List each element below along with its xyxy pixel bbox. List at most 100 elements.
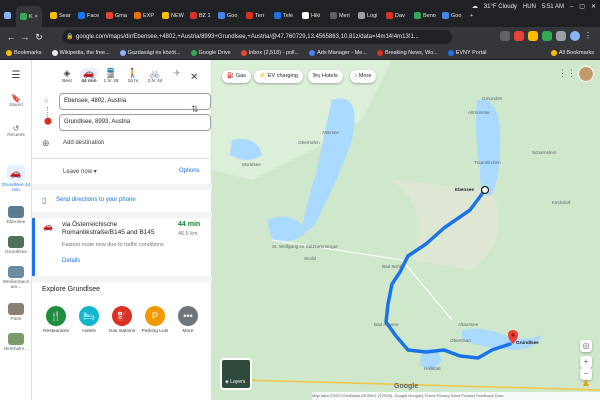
origin-input[interactable]: Ebensee, 4802, Austria: [59, 93, 211, 110]
map-label-ebensee[interactable]: Ebensee: [455, 187, 474, 192]
tab-bz[interactable]: BZ 1: [190, 8, 211, 23]
chip-gas[interactable]: ⛽ Gas: [222, 70, 251, 83]
tab-label: Face: [87, 12, 100, 19]
car-icon: 🚗: [43, 222, 53, 231]
close-icon[interactable]: ✕: [591, 3, 596, 10]
rail-label: Weißenbach am...: [2, 280, 30, 290]
map-label-grundlsee[interactable]: Grundlsee: [516, 340, 539, 345]
route-option[interactable]: 🚗 via Österreichische Romantikstraße/B14…: [32, 218, 212, 276]
mode-flight[interactable]: ✈: [168, 68, 186, 79]
rail-grundlsee[interactable]: Grundlsee: [0, 236, 32, 255]
explore-restaurants[interactable]: 🍴 Restaurants: [41, 306, 71, 334]
bookmark-item[interactable]: Breaking News, Wo...: [376, 50, 438, 56]
mode-best[interactable]: ◈ Best: [58, 68, 76, 84]
minimize-icon[interactable]: –: [570, 4, 573, 10]
plane-icon: ✈: [173, 68, 181, 78]
bookmark-item[interactable]: Google Drive: [190, 50, 231, 56]
mode-cycling[interactable]: 🚲 2 hr 44: [146, 68, 164, 84]
tab-beno[interactable]: Beno: [414, 8, 436, 23]
mode-label: 16 hr: [127, 79, 139, 84]
bookmark-item[interactable]: Inbox (2,518) - poll...: [240, 50, 299, 56]
origin-marker[interactable]: [480, 185, 490, 195]
language-indicator[interactable]: HUN: [523, 4, 536, 10]
swap-icon[interactable]: ⇅: [191, 104, 199, 115]
tab-hiki[interactable]: Hiki: [302, 8, 320, 23]
bookmark-item[interactable]: EVNY Portál: [447, 50, 487, 56]
route-details-link[interactable]: Details: [62, 258, 80, 264]
chip-ev-charging[interactable]: ⚡ EV charging: [254, 70, 303, 83]
tab-search-icon[interactable]: [4, 8, 11, 23]
my-location-icon[interactable]: ◎: [580, 340, 592, 352]
rail-grundlsee-route[interactable]: 🚗 Grundlsee 44 min: [0, 165, 32, 193]
map-svg: [212, 60, 600, 400]
tab-goo-2[interactable]: Goo: [442, 8, 461, 23]
explore-hotels[interactable]: 🛏 Hotels: [74, 306, 104, 334]
forward-icon[interactable]: →: [18, 32, 32, 42]
tab-logi[interactable]: Logi: [358, 8, 377, 23]
mode-walking[interactable]: 🚶 16 hr: [124, 68, 142, 84]
tab-new[interactable]: NEW: [162, 8, 184, 23]
hamburger-menu-icon[interactable]: ☰: [0, 70, 32, 81]
tab-maps[interactable]: K ×: [16, 6, 42, 27]
rail-paris[interactable]: Paris: [0, 303, 32, 322]
rail-ebensee[interactable]: Ebensee: [0, 206, 32, 225]
tab-label: Gma: [115, 12, 127, 19]
back-icon[interactable]: ←: [4, 32, 18, 42]
address-bar[interactable]: 🔒 google.com/maps/dir/Ebensee,+4802,+Aus…: [62, 30, 452, 44]
google-logo: Google: [394, 383, 419, 390]
tab-tele[interactable]: Tele: [274, 8, 293, 23]
close-directions-icon[interactable]: ✕: [190, 72, 198, 83]
tab-dav[interactable]: Dav: [386, 8, 405, 23]
chip-label: Gas: [235, 73, 246, 79]
bookmark-item[interactable]: Ads Manager - Me...: [309, 50, 367, 56]
zoom-in-icon[interactable]: +: [580, 356, 592, 368]
pegman-icon[interactable]: ♟: [582, 378, 590, 389]
reload-icon[interactable]: ↻: [32, 32, 46, 43]
add-icon[interactable]: ⊕: [42, 138, 50, 149]
explore-parking[interactable]: P Parking Lots: [140, 306, 170, 334]
profile-avatar[interactable]: [570, 31, 580, 41]
add-destination-button[interactable]: Add destination: [63, 140, 104, 146]
chip-more[interactable]: › More: [350, 70, 377, 83]
destination-input[interactable]: Grundlsee, 8993, Austria: [59, 114, 211, 131]
maximize-icon[interactable]: ▢: [579, 3, 585, 10]
send-to-phone-link[interactable]: Send directions to your phone: [56, 197, 136, 203]
user-avatar[interactable]: [578, 66, 594, 82]
mode-transit[interactable]: 🚆 1 hr 28: [102, 68, 120, 84]
map-footer-text[interactable]: Map data ©2023 GeoBasis-DE/BKG (©2009), …: [312, 393, 503, 398]
tab-exp[interactable]: EXP: [134, 8, 154, 23]
bookmark-item[interactable]: Bookmarks: [6, 50, 42, 56]
options-button[interactable]: Options: [179, 168, 200, 174]
rail-hirtenalm[interactable]: Hirtenalm...: [0, 333, 32, 352]
new-tab-button[interactable]: +: [470, 8, 473, 23]
star-icon[interactable]: [500, 31, 510, 41]
explore-more[interactable]: ••• More: [173, 306, 203, 334]
menu-kebab-icon[interactable]: ⋮: [584, 31, 594, 41]
puzzle-icon[interactable]: [556, 31, 566, 41]
map-canvas[interactable]: Ebensee Grundlsee Bad Ischl Bad Aussee A…: [212, 60, 600, 400]
tab-sear[interactable]: Sear: [50, 8, 71, 23]
tab-terr[interactable]: Terr: [246, 8, 264, 23]
chip-hotels[interactable]: 🛏 Hotels: [308, 70, 343, 83]
tab-face[interactable]: Face: [78, 8, 99, 23]
rail-weissenbach[interactable]: Weißenbach am...: [0, 266, 32, 290]
tab-gma[interactable]: Gma: [106, 8, 127, 23]
rail-label: Recents: [7, 133, 25, 138]
rail-recents[interactable]: ↺ Recents: [0, 124, 32, 138]
tab-meri[interactable]: Meri: [330, 8, 350, 23]
explore-gas-stations[interactable]: ⛽ Gas stations: [107, 306, 137, 334]
layers-button[interactable]: ◈ Layers: [220, 358, 252, 390]
all-bookmarks[interactable]: All Bookmarks: [550, 50, 594, 56]
rail-saved[interactable]: 🔖 Saved: [0, 94, 32, 108]
extension-icon[interactable]: [514, 31, 524, 41]
rail-label: Saved: [9, 103, 23, 108]
bookmark-item[interactable]: Gazdasági és közöt...: [119, 50, 181, 56]
mode-driving[interactable]: 🚗 44 min: [80, 68, 98, 84]
category-label: More: [182, 329, 194, 334]
extension-icon[interactable]: [542, 31, 552, 41]
tab-goo[interactable]: Goo: [218, 8, 237, 23]
leave-now-dropdown[interactable]: Leave now ▾: [63, 168, 97, 175]
apps-grid-icon[interactable]: ⋮⋮: [558, 68, 576, 79]
bookmark-item[interactable]: Wikipedia, the free...: [51, 50, 110, 56]
extension-icon[interactable]: [528, 31, 538, 41]
